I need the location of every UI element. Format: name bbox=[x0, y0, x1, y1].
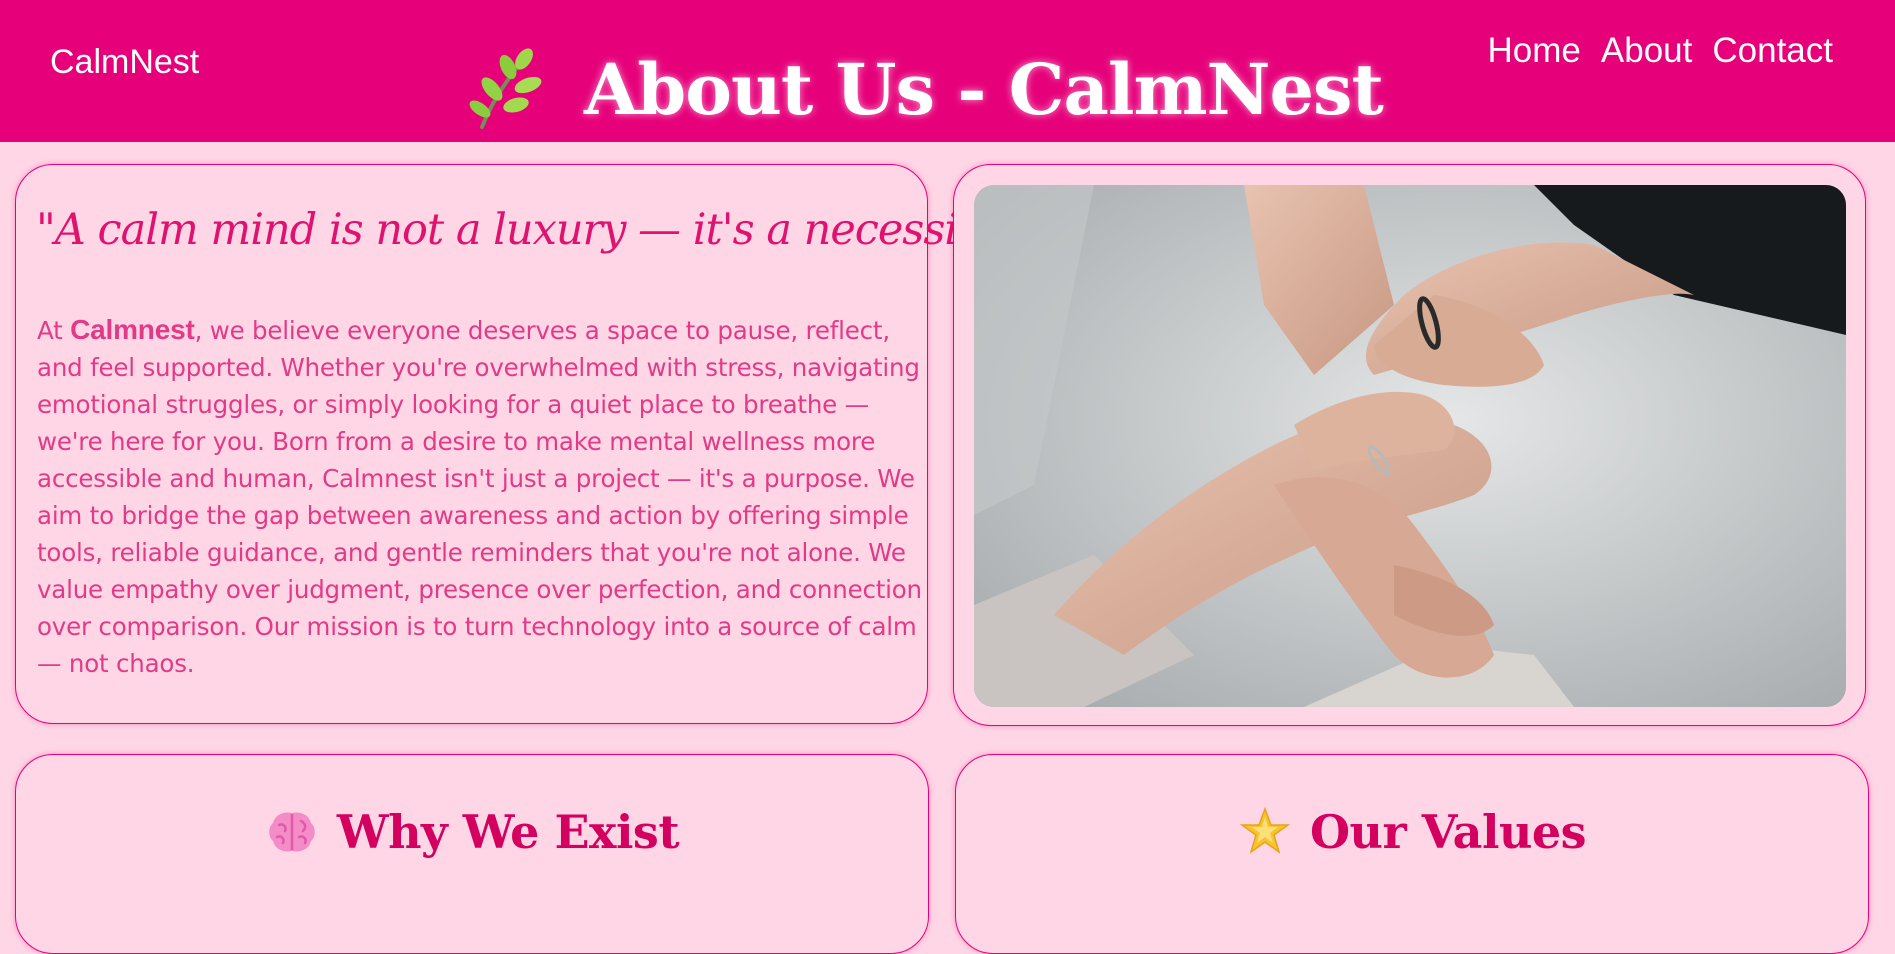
photo-card bbox=[953, 164, 1866, 726]
page-title: About Us - CalmNest bbox=[584, 47, 1384, 131]
hands-illustration bbox=[974, 185, 1846, 707]
our-values-card: Our Values bbox=[955, 754, 1869, 954]
star-icon bbox=[1239, 806, 1291, 854]
leaf-icon bbox=[469, 48, 542, 129]
mission-quote: "A calm mind is not a luxury — it's a ne… bbox=[36, 205, 1024, 255]
about-text-start: At bbox=[37, 316, 71, 345]
brain-icon bbox=[269, 812, 315, 852]
main-nav: Home About Contact bbox=[1488, 30, 1833, 72]
why-we-exist-card: Why We Exist bbox=[15, 754, 929, 954]
why-we-exist-heading: Why We Exist bbox=[16, 805, 928, 859]
nav-link-contact[interactable]: Contact bbox=[1712, 30, 1833, 72]
page-title-wrap: About Us - CalmNest bbox=[464, 44, 1384, 134]
brand-logo-text[interactable]: CalmNest bbox=[50, 42, 199, 82]
nav-link-home[interactable]: Home bbox=[1488, 30, 1581, 72]
why-we-exist-title: Why We Exist bbox=[336, 805, 680, 859]
nav-link-about[interactable]: About bbox=[1601, 30, 1692, 72]
our-values-title: Our Values bbox=[1309, 805, 1587, 859]
about-brand-bold: Calmnest bbox=[70, 314, 195, 345]
about-card: "A calm mind is not a luxury — it's a ne… bbox=[15, 164, 1024, 724]
site-header: CalmNest About Us - CalmNest Home About … bbox=[0, 0, 1895, 142]
about-text-rest: , we believe everyone deserves a space t… bbox=[37, 316, 922, 678]
our-values-heading: Our Values bbox=[956, 805, 1868, 859]
about-paragraph: At Calmnest, we believe everyone deserve… bbox=[37, 311, 927, 682]
hands-stacked-photo bbox=[974, 185, 1846, 707]
